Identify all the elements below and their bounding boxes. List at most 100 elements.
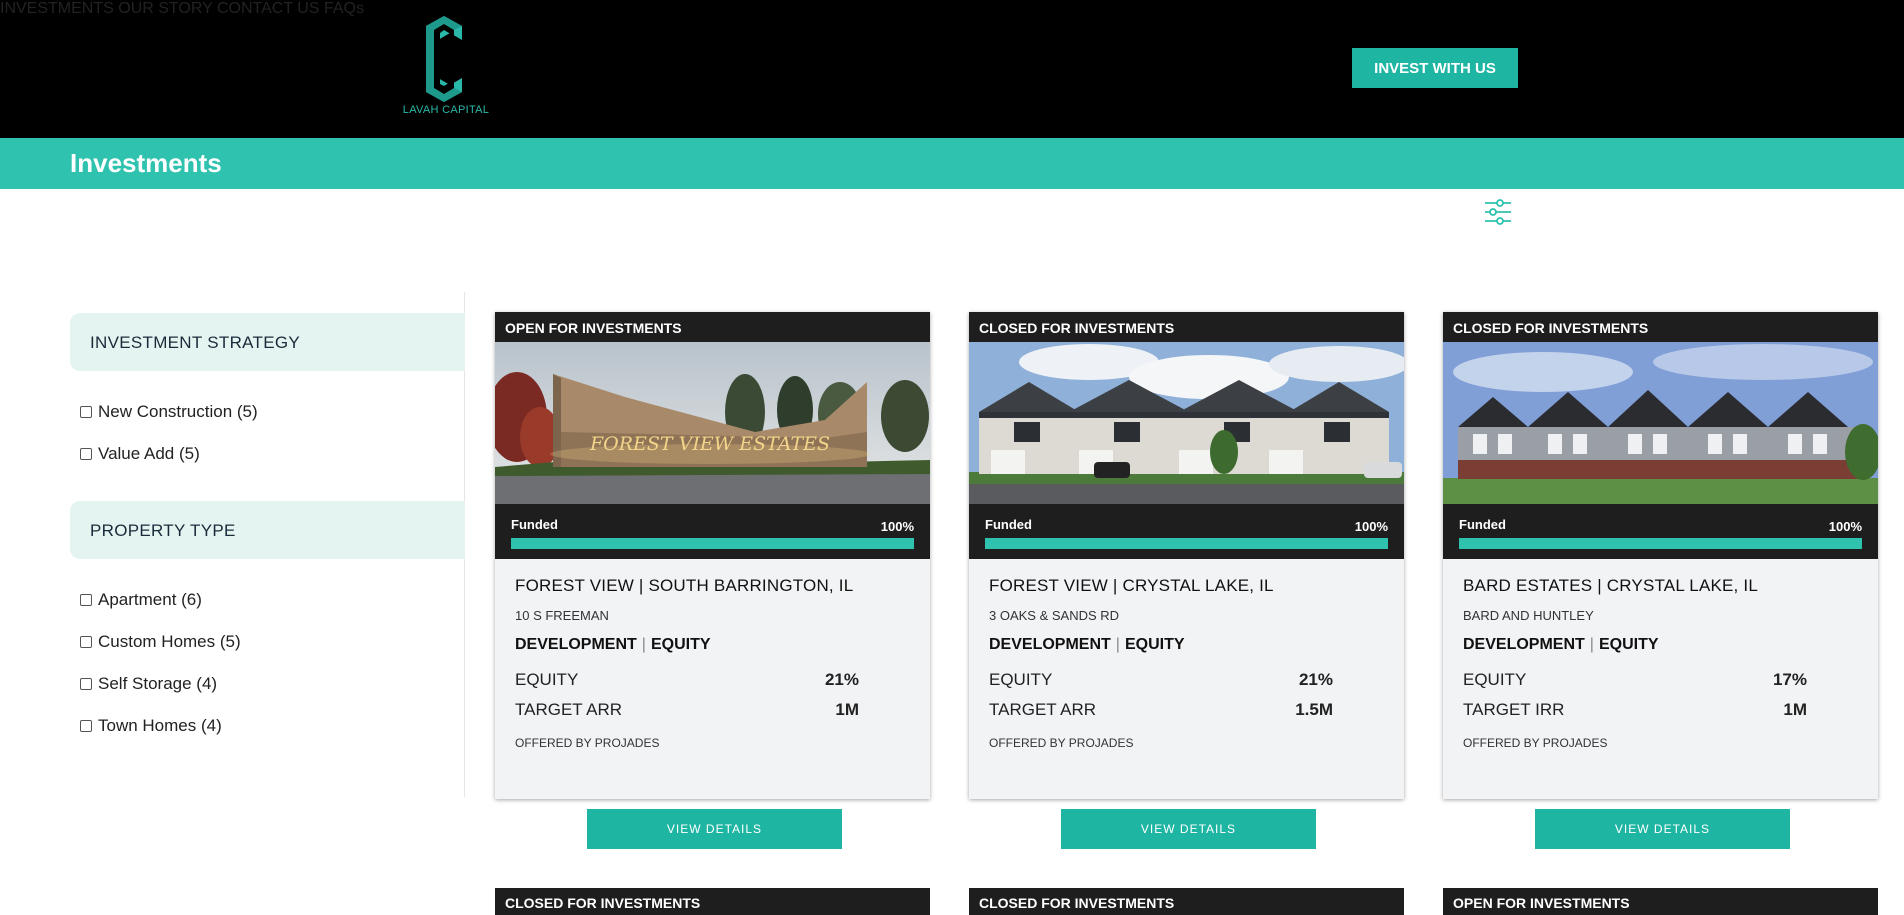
nav-investments[interactable]: INVESTMENTS	[0, 0, 114, 17]
property-tags: DEVELOPMENT | EQUITY	[1463, 636, 1659, 654]
filter-option-self-storage[interactable]: Self Storage (4)	[80, 674, 217, 694]
funded-percent: 100%	[1354, 519, 1388, 534]
tag-type: EQUITY	[1124, 636, 1185, 653]
site-header: LAVAH CAPITAL INVESTMENTS OUR STORY CONT…	[0, 0, 1904, 138]
nav-contact-us[interactable]: CONTACT US	[217, 0, 320, 17]
tag-strategy: DEVELOPMENT	[515, 636, 637, 653]
investment-card-status[interactable]: CLOSED FOR INVESTMENTS	[495, 888, 930, 915]
funded-label: Funded	[985, 517, 1032, 532]
brand-logo[interactable]: LAVAH CAPITAL	[400, 16, 492, 120]
filter-option-label: Value Add (5)	[98, 444, 200, 463]
metric-row: TARGET IRR 1M	[1463, 700, 1807, 720]
checkbox[interactable]	[80, 448, 92, 460]
filter-group-title: PROPERTY TYPE	[90, 521, 236, 540]
property-tags: DEVELOPMENT | EQUITY	[989, 636, 1185, 654]
checkbox[interactable]	[80, 594, 92, 606]
offered-by: OFFERED BY PROJADES	[989, 736, 1134, 750]
property-image: FOREST VIEW ESTATES	[495, 342, 930, 504]
metric-label: TARGET IRR	[1463, 700, 1565, 719]
funded-label: Funded	[1459, 517, 1506, 532]
metric-label: EQUITY	[1463, 670, 1527, 689]
filter-option-apartment[interactable]: Apartment (6)	[80, 590, 202, 610]
property-image	[1443, 342, 1878, 504]
status-badge: OPEN FOR INVESTMENTS	[495, 312, 930, 342]
view-details-button[interactable]: VIEW DETAILS	[587, 809, 842, 849]
property-address: 10 S FREEMAN	[515, 608, 609, 623]
checkbox[interactable]	[80, 678, 92, 690]
property-address: BARD AND HUNTLEY	[1463, 608, 1594, 623]
metric-row: TARGET ARR 1M	[515, 700, 859, 720]
filter-group-property-type[interactable]: PROPERTY TYPE	[70, 501, 465, 559]
investment-card[interactable]: CLOSED FOR INVESTMENTS Funded 100% BARD …	[1443, 312, 1878, 799]
offered-by: OFFERED BY PROJADES	[515, 736, 660, 750]
progress-track	[511, 538, 914, 549]
investment-card[interactable]: CLOSED FOR INVESTMENTS Funded 100% FORES…	[969, 312, 1404, 799]
filter-group-investment-strategy[interactable]: INVESTMENT STRATEGY	[70, 313, 465, 371]
property-name: FOREST VIEW | CRYSTAL LAKE, IL	[989, 576, 1274, 595]
investment-card-status[interactable]: CLOSED FOR INVESTMENTS	[969, 888, 1404, 915]
checkbox[interactable]	[80, 720, 92, 732]
metric-value: 17%	[1772, 670, 1807, 689]
funded-label: Funded	[511, 517, 558, 532]
filter-toggle-button[interactable]	[1482, 196, 1514, 228]
filter-option-label: Apartment (6)	[98, 590, 202, 609]
checkbox[interactable]	[80, 406, 92, 418]
checkbox[interactable]	[80, 636, 92, 648]
metric-row: EQUITY 21%	[989, 670, 1333, 690]
investment-card-status[interactable]: OPEN FOR INVESTMENTS	[1443, 888, 1878, 915]
metric-value: 21%	[824, 670, 859, 689]
view-details-button[interactable]: VIEW DETAILS	[1535, 809, 1790, 849]
filter-option-custom-homes[interactable]: Custom Homes (5)	[80, 632, 241, 652]
property-tags: DEVELOPMENT | EQUITY	[515, 636, 711, 654]
metric-label: TARGET ARR	[515, 700, 623, 719]
metric-value: 21%	[1298, 670, 1333, 689]
investment-card[interactable]: OPEN FOR INVESTMENTS FOREST VIEW ESTATES	[495, 312, 930, 799]
brand-name: LAVAH CAPITAL	[402, 104, 490, 116]
filter-option-label: Self Storage (4)	[98, 674, 218, 693]
filter-option-value-add[interactable]: Value Add (5)	[80, 444, 200, 464]
sliders-icon	[1485, 199, 1511, 225]
filter-option-label: New Construction (5)	[98, 402, 258, 421]
funding-progress: Funded 100%	[969, 504, 1404, 559]
metric-value: 1M	[835, 700, 859, 719]
property-name: FOREST VIEW | SOUTH BARRINGTON, IL	[515, 576, 854, 595]
tag-strategy: DEVELOPMENT	[989, 636, 1111, 653]
metric-label: EQUITY	[989, 670, 1053, 689]
property-image	[969, 342, 1404, 504]
page-title: Investments	[70, 148, 222, 178]
filter-option-label: Custom Homes (5)	[98, 632, 241, 651]
tag-separator: |	[641, 636, 646, 653]
tag-separator: |	[1589, 636, 1594, 653]
progress-track	[1459, 538, 1862, 549]
progress-fill	[511, 538, 914, 549]
nav-faqs[interactable]: FAQs	[324, 0, 364, 17]
main-nav: INVESTMENTS OUR STORY CONTACT US FAQs	[0, 0, 1904, 18]
property-address: 3 OAKS & SANDS RD	[989, 608, 1120, 623]
tag-separator: |	[1115, 636, 1120, 653]
tag-type: EQUITY	[650, 636, 711, 653]
filter-option-label: Town Homes (4)	[98, 716, 222, 735]
property-name: BARD ESTATES | CRYSTAL LAKE, IL	[1463, 576, 1758, 595]
funding-progress: Funded 100%	[1443, 504, 1878, 559]
invest-with-us-button[interactable]: INVEST WITH US	[1352, 48, 1518, 88]
status-badge: CLOSED FOR INVESTMENTS	[969, 312, 1404, 342]
metric-row: EQUITY 21%	[515, 670, 859, 690]
metric-value: 1M	[1783, 700, 1807, 719]
status-badge: CLOSED FOR INVESTMENTS	[1443, 312, 1878, 342]
offered-by: OFFERED BY PROJADES	[1463, 736, 1608, 750]
progress-fill	[1459, 538, 1862, 549]
progress-fill	[985, 538, 1388, 549]
tag-strategy: DEVELOPMENT	[1463, 636, 1585, 653]
filter-option-new-construction[interactable]: New Construction (5)	[80, 402, 258, 422]
funded-percent: 100%	[880, 519, 914, 534]
view-details-button[interactable]: VIEW DETAILS	[1061, 809, 1316, 849]
nav-our-story[interactable]: OUR STORY	[118, 0, 212, 17]
progress-track	[985, 538, 1388, 549]
logo-mark-icon	[426, 16, 462, 102]
funded-percent: 100%	[1828, 519, 1862, 534]
filter-option-town-homes[interactable]: Town Homes (4)	[80, 716, 222, 736]
tag-type: EQUITY	[1598, 636, 1659, 653]
metric-label: TARGET ARR	[989, 700, 1097, 719]
page-title-bar: Investments	[0, 138, 1904, 189]
metric-value: 1.5M	[1295, 700, 1333, 719]
